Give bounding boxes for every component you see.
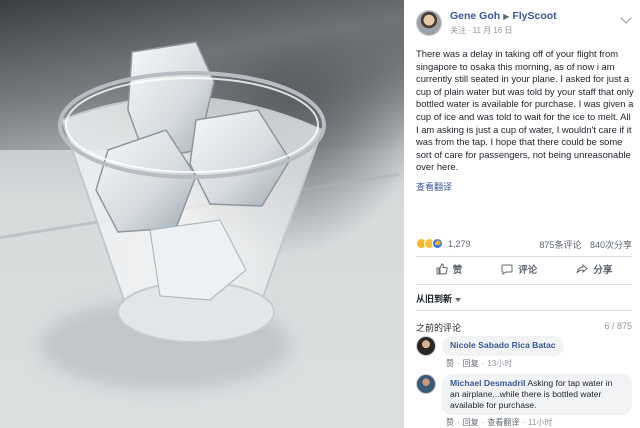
reactions-summary[interactable]: 1,279 (416, 238, 471, 249)
action-bar: 赞 评论 分享 (416, 262, 632, 276)
post-panel: Gene Goh ▶ FlyScoot 关注 · 11 月 16 日 There was… (404, 0, 640, 428)
comment-like-link[interactable]: 赞 (446, 359, 454, 368)
comment-text[interactable]: Rica Batac (512, 340, 556, 350)
comment-button[interactable]: 评论 (501, 262, 537, 276)
comment-item: Michael Desmadril Asking for tap water i… (416, 374, 632, 415)
comment-page-count: 6 / 875 (604, 321, 632, 331)
post-photo[interactable] (0, 0, 404, 428)
avatar[interactable] (416, 336, 436, 356)
avatar[interactable] (416, 10, 442, 36)
author-name[interactable]: Gene Goh (450, 10, 500, 22)
follow-link[interactable]: 关注 (450, 26, 466, 35)
comment-label: 评论 (518, 265, 538, 276)
comment-author[interactable]: Michael Desmadril (450, 378, 525, 388)
comment-reply-link[interactable]: 回复 (463, 418, 479, 427)
thumbs-up-icon (436, 263, 448, 275)
caret-down-icon (455, 297, 462, 302)
post-header: Gene Goh ▶ FlyScoot 关注 · 11 月 16 日 (416, 10, 557, 36)
comment-bubble: Michael Desmadril Asking for tap water i… (442, 374, 632, 415)
comment-reply-link[interactable]: 回复 (463, 359, 479, 368)
avatar[interactable] (416, 374, 436, 394)
post-text: There was a delay in taking off of your … (416, 48, 634, 173)
arrow-right-icon: ▶ (503, 12, 510, 21)
comment-bubble: Nicole Sabado Rica Batac (442, 336, 564, 356)
like-label: 赞 (452, 265, 463, 276)
comment-meta: 赞 · 回复 · 13小时 (446, 359, 513, 368)
like-reaction-icon (432, 238, 443, 249)
see-translation-link[interactable]: 查看翻译 (416, 180, 452, 193)
share-icon (576, 263, 589, 274)
comment-translate-link[interactable]: 查看翻译 (487, 418, 519, 427)
share-button[interactable]: 分享 (576, 262, 612, 276)
divider (416, 284, 632, 285)
comment-like-link[interactable]: 赞 (446, 418, 454, 427)
previous-comments-link[interactable]: 之前的评论 (416, 321, 461, 334)
comment-author[interactable]: Nicole Sabado (450, 340, 509, 350)
comment-meta: 赞 · 回复 · 查看翻译 · 11小时 (446, 418, 553, 427)
comment-sort-dropdown[interactable]: 从旧到新 (416, 292, 462, 305)
engagement-counts: 875条评论 840次分享 (539, 238, 632, 251)
comment-item: Nicole Sabado Rica Batac (416, 336, 564, 356)
share-count[interactable]: 840次分享 (590, 240, 632, 250)
sort-label: 从旧到新 (416, 294, 453, 304)
cup-of-ice-image (58, 41, 326, 343)
comment-time[interactable]: 11小时 (528, 418, 552, 427)
comment-icon (501, 264, 513, 275)
target-page-name[interactable]: FlyScoot (512, 10, 556, 22)
chevron-down-icon[interactable] (620, 12, 632, 24)
divider (416, 310, 632, 311)
reaction-count: 1,279 (448, 238, 471, 249)
like-button[interactable]: 赞 (436, 262, 463, 276)
comment-time[interactable]: 13小时 (487, 359, 512, 368)
comment-count[interactable]: 875条评论 (539, 240, 581, 250)
share-label: 分享 (593, 265, 613, 276)
post-date[interactable]: 11 月 16 日 (473, 26, 513, 35)
divider (416, 256, 632, 257)
